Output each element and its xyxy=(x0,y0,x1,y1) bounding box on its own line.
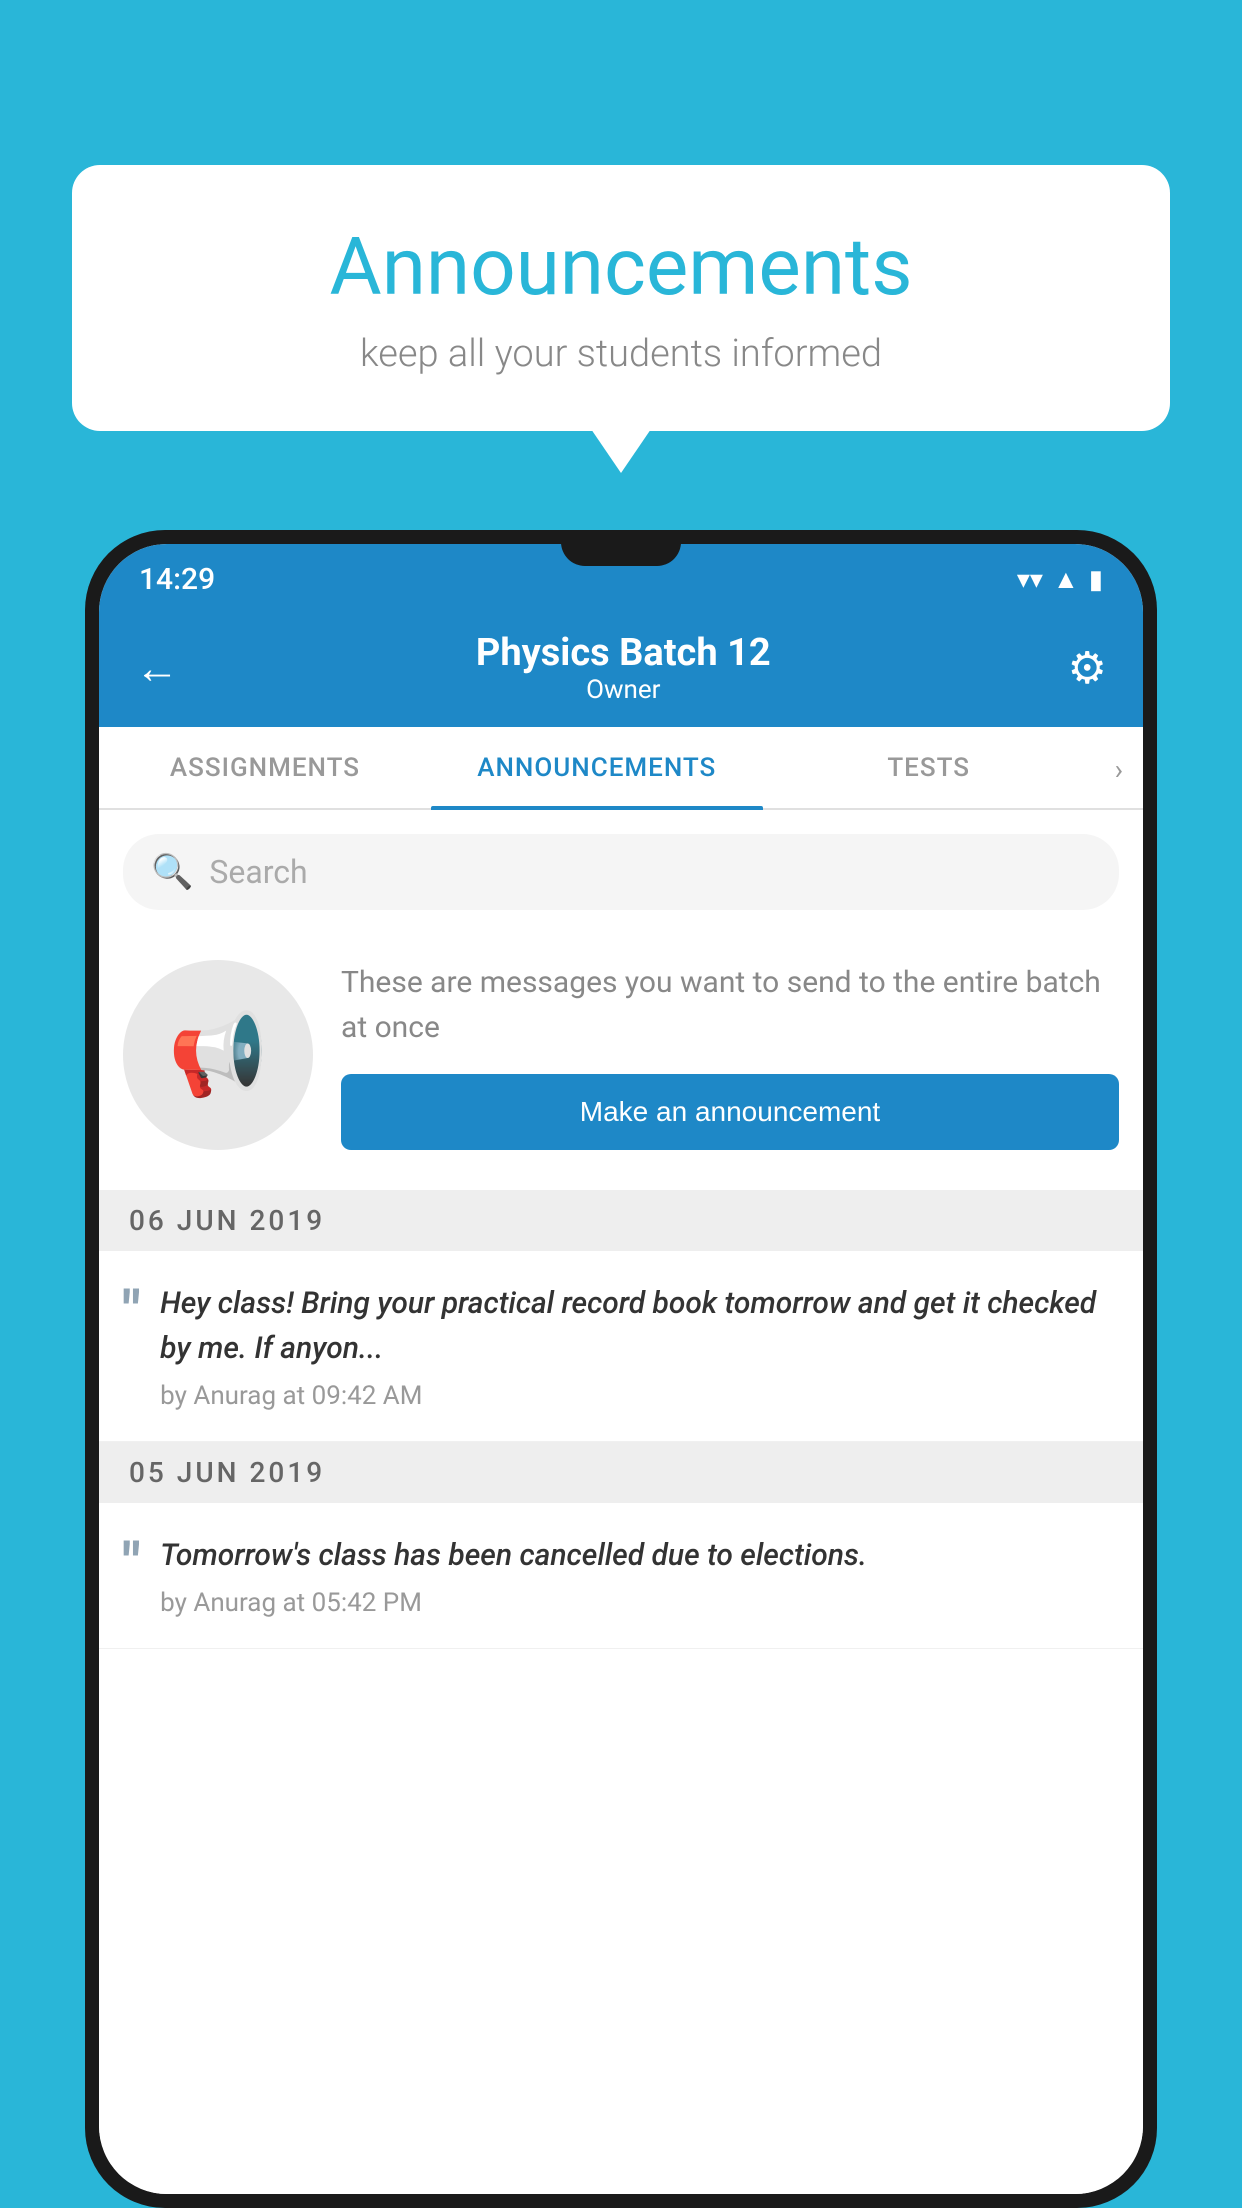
announcement-meta-1: by Anurag at 09:42 AM xyxy=(160,1381,1119,1411)
app-bar-title: Physics Batch 12 xyxy=(476,631,771,675)
signal-icon: ▲ xyxy=(1053,564,1079,595)
app-bar-center: Physics Batch 12 Owner xyxy=(476,631,771,705)
announcement-item-1: " Hey class! Bring your practical record… xyxy=(99,1251,1143,1442)
quote-icon-1: " xyxy=(123,1285,140,1339)
empty-state: 📢 These are messages you want to send to… xyxy=(99,930,1143,1190)
back-button[interactable]: ← xyxy=(135,642,179,694)
speech-bubble: Announcements keep all your students inf… xyxy=(72,165,1170,431)
announcement-meta-2: by Anurag at 05:42 PM xyxy=(160,1588,1119,1618)
phone-container: 14:29 ▾▾ ▲ ▮ ← Physics Batch 12 Owner ⚙ … xyxy=(85,530,1157,2208)
app-bar: ← Physics Batch 12 Owner ⚙ xyxy=(99,609,1143,727)
date-separator-2: 05 JUN 2019 xyxy=(99,1442,1143,1503)
announcement-text-2: Tomorrow's class has been cancelled due … xyxy=(160,1533,1119,1618)
content-area: 🔍 Search 📢 These are messages you want t… xyxy=(99,810,1143,2194)
make-announcement-button[interactable]: Make an announcement xyxy=(341,1074,1119,1150)
tab-assignments[interactable]: ASSIGNMENTS xyxy=(99,727,431,808)
empty-state-description: These are messages you want to send to t… xyxy=(341,960,1119,1050)
tab-tests[interactable]: TESTS xyxy=(763,727,1095,808)
announcement-message-1: Hey class! Bring your practical record b… xyxy=(160,1281,1119,1371)
megaphone-icon: 📢 xyxy=(168,1008,268,1102)
phone-notch xyxy=(561,530,681,566)
quote-icon-2: " xyxy=(123,1537,140,1591)
wifi-icon: ▾▾ xyxy=(1017,565,1043,595)
phone-inner: 14:29 ▾▾ ▲ ▮ ← Physics Batch 12 Owner ⚙ … xyxy=(99,544,1143,2194)
battery-icon: ▮ xyxy=(1089,565,1103,595)
date-separator-1: 06 JUN 2019 xyxy=(99,1190,1143,1251)
app-bar-subtitle: Owner xyxy=(476,675,771,705)
announcement-message-2: Tomorrow's class has been cancelled due … xyxy=(160,1533,1119,1578)
bubble-title: Announcements xyxy=(132,220,1110,314)
announcement-item-2: " Tomorrow's class has been cancelled du… xyxy=(99,1503,1143,1649)
search-bar[interactable]: 🔍 Search xyxy=(123,834,1119,910)
status-icons: ▾▾ ▲ ▮ xyxy=(1017,564,1103,595)
empty-state-right: These are messages you want to send to t… xyxy=(341,960,1119,1150)
search-placeholder: Search xyxy=(209,853,307,891)
search-icon: 🔍 xyxy=(151,852,193,892)
phone-outer: 14:29 ▾▾ ▲ ▮ ← Physics Batch 12 Owner ⚙ … xyxy=(85,530,1157,2208)
status-time: 14:29 xyxy=(139,562,215,597)
announcement-text-1: Hey class! Bring your practical record b… xyxy=(160,1281,1119,1411)
tabs-bar: ASSIGNMENTS ANNOUNCEMENTS TESTS › xyxy=(99,727,1143,810)
bubble-subtitle: keep all your students informed xyxy=(132,332,1110,376)
settings-icon[interactable]: ⚙ xyxy=(1068,642,1107,694)
tab-announcements[interactable]: ANNOUNCEMENTS xyxy=(431,727,763,808)
speech-bubble-section: Announcements keep all your students inf… xyxy=(72,165,1170,431)
tab-more[interactable]: › xyxy=(1095,727,1143,808)
megaphone-circle: 📢 xyxy=(123,960,313,1150)
